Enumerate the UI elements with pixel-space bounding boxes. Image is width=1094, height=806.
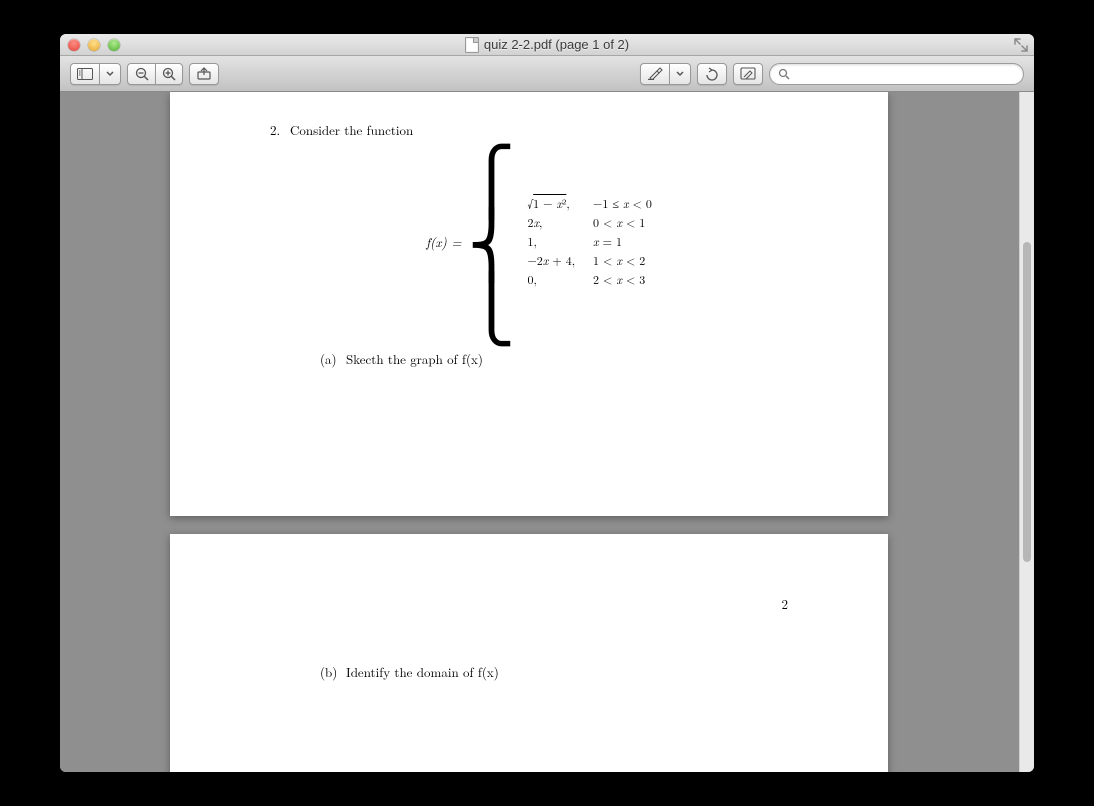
- case-row: √1 − x²,−1 ≤ x < 0: [519, 195, 659, 212]
- question-number: 2.: [270, 120, 290, 368]
- minimize-button[interactable]: [88, 39, 100, 51]
- zoom-button[interactable]: [108, 39, 120, 51]
- case-row: 2x,0 < x < 1: [519, 214, 659, 231]
- chevron-down-icon: [106, 71, 114, 77]
- titlebar: quiz 2-2.pdf (page 1 of 2): [60, 34, 1034, 56]
- search-input[interactable]: [795, 67, 1015, 81]
- left-brace-icon: ⎧⎨⎩: [467, 131, 515, 350]
- pages-viewport[interactable]: 2. Consider the function f(x) = ⎧⎨⎩ { √1…: [60, 92, 1019, 772]
- document-icon: [465, 37, 479, 53]
- app-window: quiz 2-2.pdf (page 1 of 2): [60, 34, 1034, 772]
- view-mode-dropdown[interactable]: [99, 63, 121, 85]
- question-text: Consider the function: [290, 120, 413, 139]
- pdf-page-1: 2. Consider the function f(x) = ⎧⎨⎩ { √1…: [170, 92, 888, 516]
- fullscreen-button[interactable]: [1014, 38, 1028, 52]
- close-button[interactable]: [68, 39, 80, 51]
- markup-button[interactable]: [733, 63, 763, 85]
- part-a-number: (a): [320, 349, 346, 368]
- view-mode-segment: [70, 63, 121, 85]
- markup-icon: [740, 67, 756, 80]
- search-field[interactable]: [769, 63, 1024, 85]
- zoom-in-icon: [162, 67, 176, 81]
- case-row: 0,2 < x < 3: [519, 271, 659, 288]
- search-icon: [778, 68, 790, 80]
- fx-lhs: f(x) =: [426, 232, 461, 251]
- zoom-in-button[interactable]: [155, 63, 183, 85]
- piecewise-cases: √1 − x²,−1 ≤ x < 0 2x,0 < x < 1 1,x = 1 …: [517, 193, 661, 290]
- part-a-text: Skecth the graph of f(x): [346, 349, 483, 368]
- share-icon: [196, 67, 212, 80]
- pdf-page-2: 2 (b) Identify the domain of f(x): [170, 534, 888, 772]
- scrollbar-thumb[interactable]: [1023, 242, 1031, 562]
- part-b-number: (b): [320, 662, 346, 681]
- equation-block: f(x) = ⎧⎨⎩ { √1 − x²,−1 ≤ x < 0 2x,0 < x…: [290, 143, 798, 339]
- case-row: 1,x = 1: [519, 233, 659, 250]
- traffic-lights: [68, 39, 120, 51]
- share-button[interactable]: [189, 63, 219, 85]
- part-b-text: Identify the domain of f(x): [346, 662, 499, 681]
- highlight-dropdown[interactable]: [669, 63, 691, 85]
- highlight-button[interactable]: [640, 63, 669, 85]
- highlight-icon: [647, 67, 663, 80]
- rotate-button[interactable]: [697, 63, 727, 85]
- vertical-scrollbar[interactable]: [1019, 92, 1034, 772]
- zoom-out-button[interactable]: [127, 63, 155, 85]
- view-mode-button[interactable]: [70, 63, 99, 85]
- highlight-segment: [640, 63, 691, 85]
- window-title-text: quiz 2-2.pdf (page 1 of 2): [484, 37, 629, 52]
- window-title: quiz 2-2.pdf (page 1 of 2): [60, 37, 1034, 53]
- zoom-out-icon: [135, 67, 149, 81]
- sidebar-icon: [77, 68, 93, 80]
- rotate-icon: [704, 67, 720, 81]
- case-row: −2x + 4,1 < x < 2: [519, 252, 659, 269]
- page-number: 2: [782, 594, 789, 613]
- content-area: 2. Consider the function f(x) = ⎧⎨⎩ { √1…: [60, 92, 1034, 772]
- chevron-down-icon: [676, 71, 684, 77]
- toolbar: [60, 56, 1034, 92]
- zoom-segment: [127, 63, 183, 85]
